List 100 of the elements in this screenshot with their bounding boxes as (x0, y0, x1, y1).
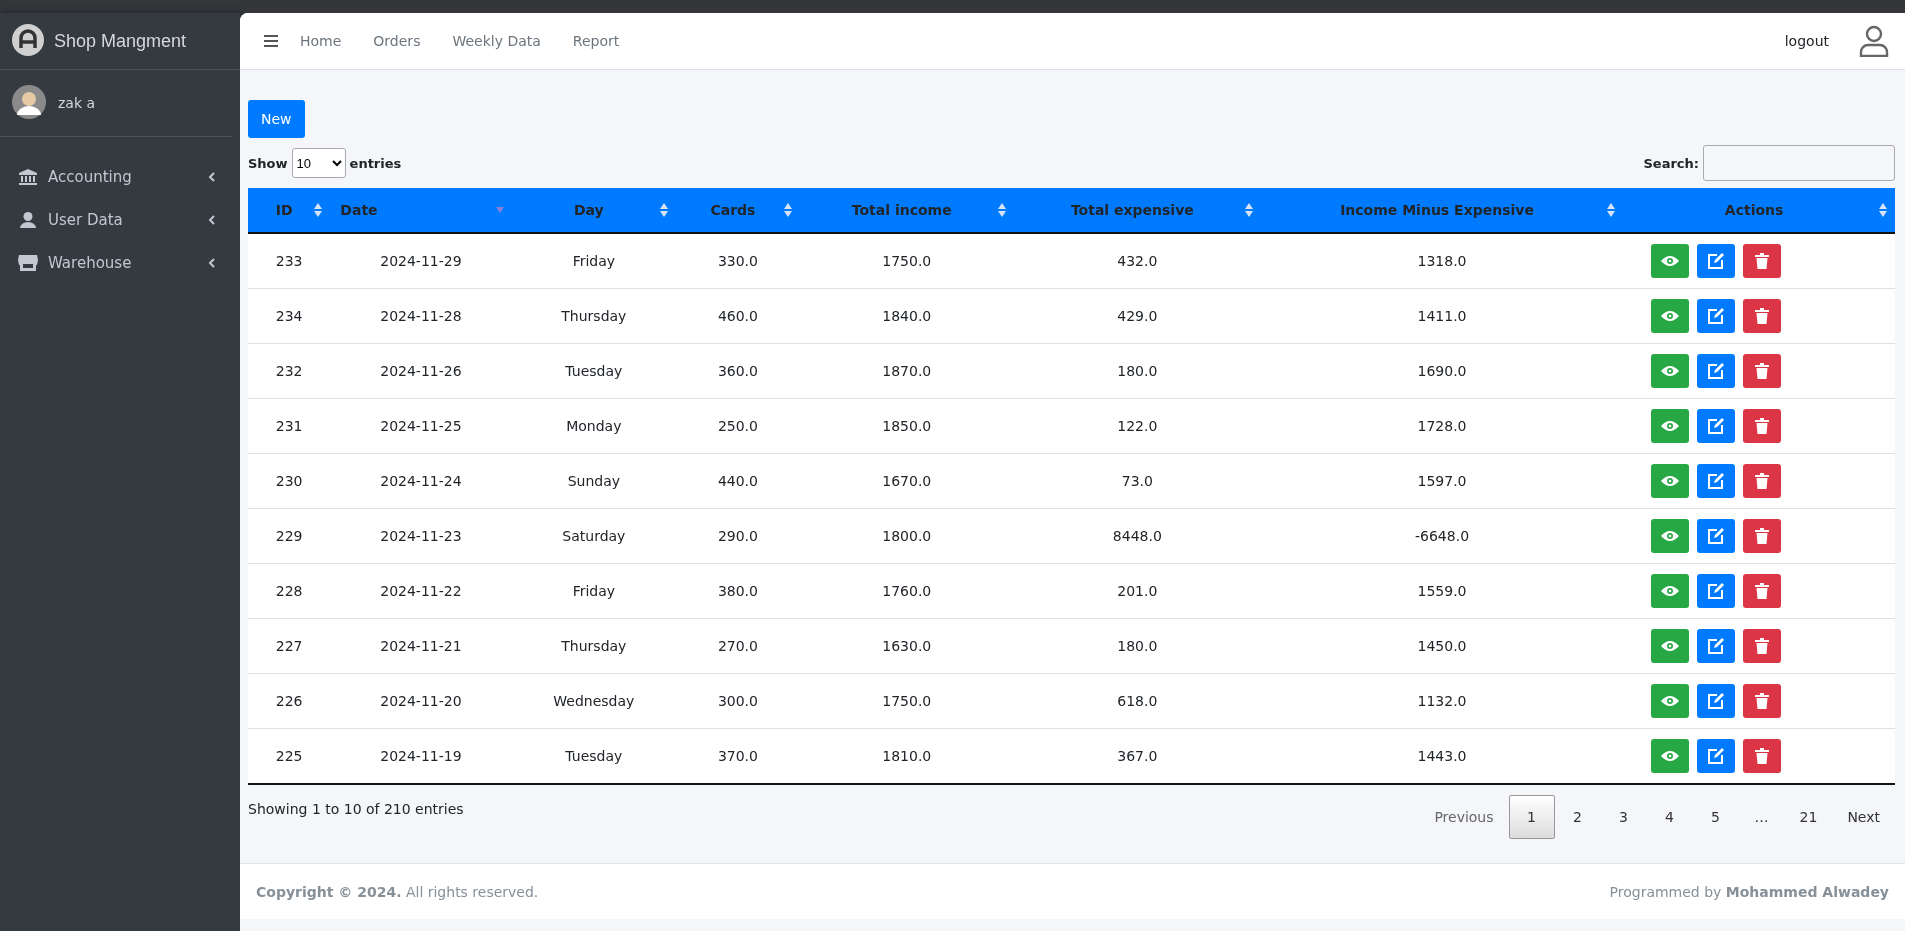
table-cell: 233 (248, 233, 331, 289)
edit-button[interactable] (1697, 739, 1736, 773)
column-header[interactable]: Date (330, 188, 512, 233)
table-cell: Tuesday (511, 728, 677, 784)
view-button[interactable] (1651, 409, 1690, 443)
column-header[interactable]: Total expensive (1013, 188, 1261, 233)
table-cell: 73.0 (1013, 453, 1261, 509)
show-label: Show (248, 155, 288, 171)
next-link[interactable]: Next (1832, 795, 1895, 839)
avatar-icon (12, 84, 46, 122)
view-button[interactable] (1651, 354, 1690, 388)
new-button[interactable]: New (248, 100, 305, 138)
delete-button[interactable] (1743, 354, 1782, 388)
edit-button[interactable] (1697, 574, 1736, 608)
column-header[interactable]: Total income (799, 188, 1014, 233)
page-link[interactable]: … (1738, 795, 1785, 839)
page-size-select[interactable]: 10 (291, 148, 346, 178)
table-cell: 1670.0 (799, 453, 1014, 509)
page-link[interactable]: 4 (1646, 795, 1693, 839)
column-header[interactable]: Day (511, 188, 677, 233)
column-header[interactable]: ID (248, 188, 331, 233)
view-button[interactable] (1651, 629, 1690, 663)
user-icon[interactable] (1859, 25, 1889, 57)
search-field[interactable] (1703, 145, 1895, 181)
table-cell: 1443.0 (1260, 728, 1624, 784)
edit-button[interactable] (1697, 684, 1736, 718)
eye-icon (1661, 310, 1680, 322)
table-cell: 367.0 (1013, 728, 1261, 784)
edit-button[interactable] (1697, 244, 1736, 278)
table-cell: 180.0 (1013, 618, 1261, 674)
table-cell: 2024-11-26 (330, 343, 512, 399)
page-link[interactable]: 5 (1692, 795, 1739, 839)
table-cell: 1411.0 (1260, 288, 1624, 344)
sidebar-item[interactable]: User Data (0, 198, 240, 241)
table-cell: 380.0 (676, 563, 800, 619)
delete-button[interactable] (1743, 519, 1782, 553)
edit-button[interactable] (1697, 409, 1736, 443)
column-header[interactable]: Income Minus Expensive (1260, 188, 1624, 233)
brand-name[interactable]: Shop Mangment (54, 30, 187, 52)
page-link[interactable]: 21 (1784, 795, 1833, 839)
edit-button[interactable] (1697, 629, 1736, 663)
nav-link[interactable]: Weekly Data (452, 33, 541, 49)
delete-button[interactable] (1743, 409, 1782, 443)
trash-icon (1755, 418, 1770, 434)
delete-button[interactable] (1743, 629, 1782, 663)
page-link[interactable]: 1 (1508, 795, 1555, 839)
table-cell: 440.0 (676, 453, 800, 509)
delete-button[interactable] (1743, 574, 1782, 608)
page-link[interactable]: 2 (1554, 795, 1601, 839)
table-cell: Monday (511, 398, 677, 454)
table-cell: 300.0 (676, 673, 800, 729)
view-button[interactable] (1651, 519, 1690, 553)
table-cell: 370.0 (676, 728, 800, 784)
view-button[interactable] (1651, 684, 1690, 718)
trash-icon (1755, 693, 1770, 709)
trash-icon (1755, 308, 1770, 324)
delete-button[interactable] (1743, 739, 1782, 773)
menu-icon (264, 35, 278, 47)
bank-icon (18, 168, 38, 185)
previous-link[interactable]: Previous (1419, 795, 1509, 839)
view-button[interactable] (1651, 299, 1690, 333)
sidebar-item[interactable]: Warehouse (0, 241, 240, 284)
table-cell: 1750.0 (799, 233, 1014, 289)
search-label: Search: (1643, 155, 1699, 171)
column-header[interactable]: Cards (676, 188, 800, 233)
table-cell: Friday (511, 563, 677, 619)
eye-icon (1661, 640, 1680, 652)
delete-button[interactable] (1743, 684, 1782, 718)
view-button[interactable] (1651, 464, 1690, 498)
nav-link[interactable]: Report (572, 33, 620, 49)
edit-button[interactable] (1697, 464, 1736, 498)
table-cell: 2024-11-29 (330, 233, 512, 289)
view-button[interactable] (1651, 574, 1690, 608)
eye-icon (1661, 530, 1680, 542)
delete-button[interactable] (1743, 464, 1782, 498)
edit-button[interactable] (1697, 299, 1736, 333)
view-button[interactable] (1651, 244, 1690, 278)
trash-icon (1755, 583, 1770, 599)
table-cell: 618.0 (1013, 673, 1261, 729)
table-cell: 1800.0 (799, 508, 1014, 564)
nav-link[interactable]: Home (300, 33, 342, 49)
user-name[interactable]: zak a (58, 95, 96, 111)
column-header[interactable]: Actions (1623, 188, 1895, 233)
edit-icon (1708, 308, 1725, 324)
table-cell: Wednesday (511, 673, 677, 729)
delete-button[interactable] (1743, 244, 1782, 278)
logout-link[interactable]: logout (1784, 33, 1829, 49)
table-cell: 1850.0 (799, 398, 1014, 454)
edit-button[interactable] (1697, 354, 1736, 388)
table-cell: 1840.0 (799, 288, 1014, 344)
entries-label: entries (349, 155, 402, 171)
edit-button[interactable] (1697, 519, 1736, 553)
edit-icon (1708, 473, 1725, 489)
page-link[interactable]: 3 (1600, 795, 1647, 839)
view-button[interactable] (1651, 739, 1690, 773)
sidebar-item[interactable]: Accounting (0, 155, 240, 198)
table-cell: 232 (248, 343, 331, 399)
delete-button[interactable] (1743, 299, 1782, 333)
nav-link[interactable]: Orders (373, 33, 421, 49)
table-cell: 1690.0 (1260, 343, 1624, 399)
